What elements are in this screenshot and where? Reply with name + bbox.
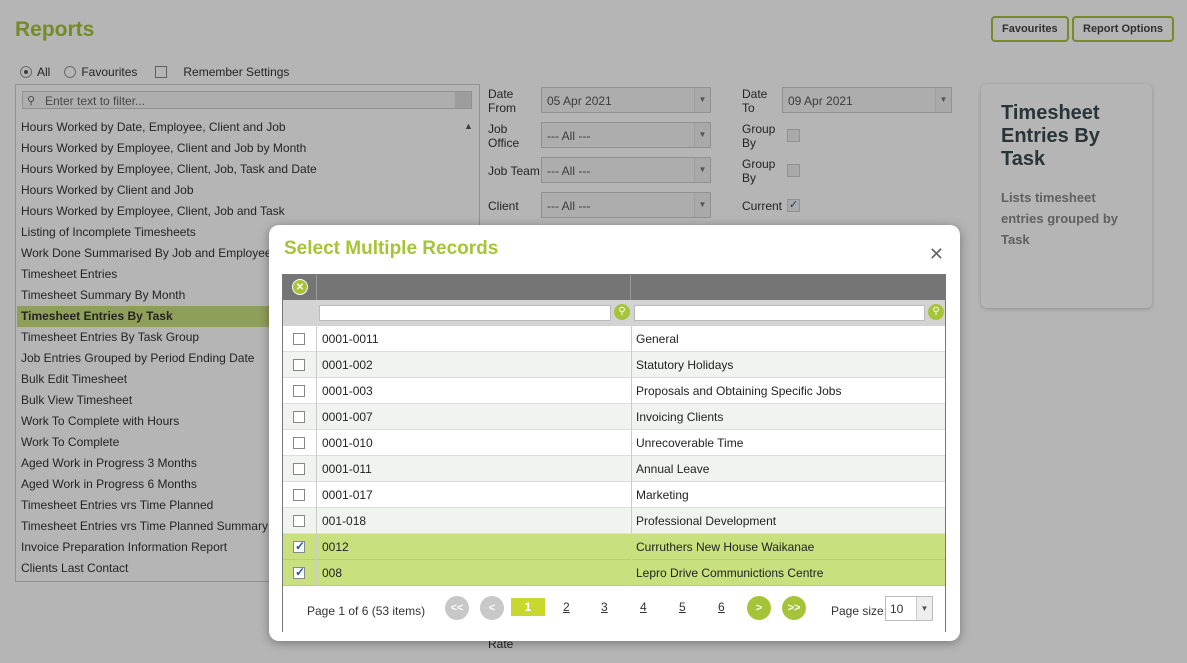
page-number[interactable]: 5	[679, 600, 686, 614]
row-checkbox[interactable]	[293, 489, 305, 501]
row-checkbox[interactable]	[293, 411, 305, 423]
row-name: Statutory Holidays	[636, 358, 734, 372]
page-size-value: 10	[890, 602, 904, 616]
row-select-cell	[283, 378, 317, 404]
row-checkbox[interactable]	[293, 359, 305, 371]
row-name: Annual Leave	[636, 462, 710, 476]
row-name: Proposals and Obtaining Specific Jobs	[636, 384, 842, 398]
row-name: Unrecoverable Time	[636, 436, 744, 450]
close-icon[interactable]: ✕	[929, 245, 944, 263]
row-name: Professional Development	[636, 514, 777, 528]
row-checkbox[interactable]	[293, 565, 305, 579]
search-icon[interactable]: ⚲	[614, 304, 630, 320]
grid-pager: Page 1 of 6 (53 items) << < 1 2 3 4 5 6 …	[283, 586, 945, 632]
row-code: 008	[318, 560, 632, 586]
page-number[interactable]: 6	[718, 600, 725, 614]
row-select-cell	[283, 352, 317, 378]
row-code: 0012	[318, 534, 632, 560]
row-select-cell	[283, 508, 317, 534]
first-page-icon[interactable]: <<	[445, 596, 469, 620]
row-checkbox[interactable]	[293, 539, 305, 553]
row-checkbox[interactable]	[293, 463, 305, 475]
pager-info: Page 1 of 6 (53 items)	[307, 604, 426, 618]
records-grid: ✕ ⚲ ⚲ 0001-0011 General 0001-002 Statutory …	[282, 274, 946, 632]
header-select-column: ✕	[283, 275, 317, 300]
row-select-cell	[283, 482, 317, 508]
row-code: 0001-0011	[318, 326, 632, 352]
row-name: Lepro Drive Communictions Centre	[636, 566, 824, 580]
page-number[interactable]: 3	[601, 600, 608, 614]
table-row[interactable]: 0012 Curruthers New House Waikanae	[283, 534, 945, 560]
chevron-down-icon[interactable]: ▼	[916, 597, 932, 620]
last-page-icon[interactable]: >>	[782, 596, 806, 620]
table-row[interactable]: 0001-010 Unrecoverable Time	[283, 430, 945, 456]
prev-page-icon[interactable]: <	[480, 596, 504, 620]
row-code: 0001-010	[318, 430, 632, 456]
search-icon[interactable]: ⚲	[928, 304, 944, 320]
table-row[interactable]: 001-018 Professional Development	[283, 508, 945, 534]
table-row[interactable]: 0001-0011 General	[283, 326, 945, 352]
select-multiple-records-dialog: Select Multiple Records ✕ ✕ ⚲ ⚲ 0001-001…	[269, 225, 960, 641]
row-code: 0001-007	[318, 404, 632, 430]
row-code: 0001-003	[318, 378, 632, 404]
row-code: 0001-002	[318, 352, 632, 378]
row-name: Invoicing Clients	[636, 410, 724, 424]
row-name: Curruthers New House Waikanae	[636, 540, 815, 554]
row-code: 0001-011	[318, 456, 632, 482]
row-select-cell	[283, 326, 317, 352]
grid-rows: 0001-0011 General 0001-002 Statutory Holida…	[283, 326, 945, 586]
table-row[interactable]: 0001-011 Annual Leave	[283, 456, 945, 482]
row-checkbox[interactable]	[293, 515, 305, 527]
row-checkbox[interactable]	[293, 385, 305, 397]
page-number[interactable]: 1	[511, 598, 545, 616]
row-select-cell	[283, 560, 317, 586]
table-row[interactable]: 0001-002 Statutory Holidays	[283, 352, 945, 378]
row-checkbox[interactable]	[293, 437, 305, 449]
row-select-cell	[283, 456, 317, 482]
row-select-cell	[283, 404, 317, 430]
row-select-cell	[283, 534, 317, 560]
page-size-label: Page size:	[831, 604, 888, 618]
grid-filter-row: ⚲ ⚲	[283, 300, 945, 326]
row-code: 0001-017	[318, 482, 632, 508]
row-name: General	[636, 332, 679, 346]
page-number[interactable]: 2	[563, 600, 570, 614]
header-code-column[interactable]	[318, 275, 631, 300]
row-name: Marketing	[636, 488, 689, 502]
table-row[interactable]: 0001-007 Invoicing Clients	[283, 404, 945, 430]
table-row[interactable]: 008 Lepro Drive Communictions Centre	[283, 560, 945, 586]
clear-selection-icon[interactable]: ✕	[292, 279, 308, 295]
row-code: 001-018	[318, 508, 632, 534]
table-row[interactable]: 0001-017 Marketing	[283, 482, 945, 508]
code-filter-input[interactable]	[319, 305, 611, 321]
name-filter-input[interactable]	[634, 305, 925, 321]
table-row[interactable]: 0001-003 Proposals and Obtaining Specific…	[283, 378, 945, 404]
row-checkbox[interactable]	[293, 333, 305, 345]
grid-header: ✕	[283, 275, 945, 300]
dialog-title: Select Multiple Records	[284, 238, 499, 259]
page-size-select[interactable]: 10 ▼	[885, 596, 933, 621]
row-select-cell	[283, 430, 317, 456]
page-number[interactable]: 4	[640, 600, 647, 614]
next-page-icon[interactable]: >	[747, 596, 771, 620]
